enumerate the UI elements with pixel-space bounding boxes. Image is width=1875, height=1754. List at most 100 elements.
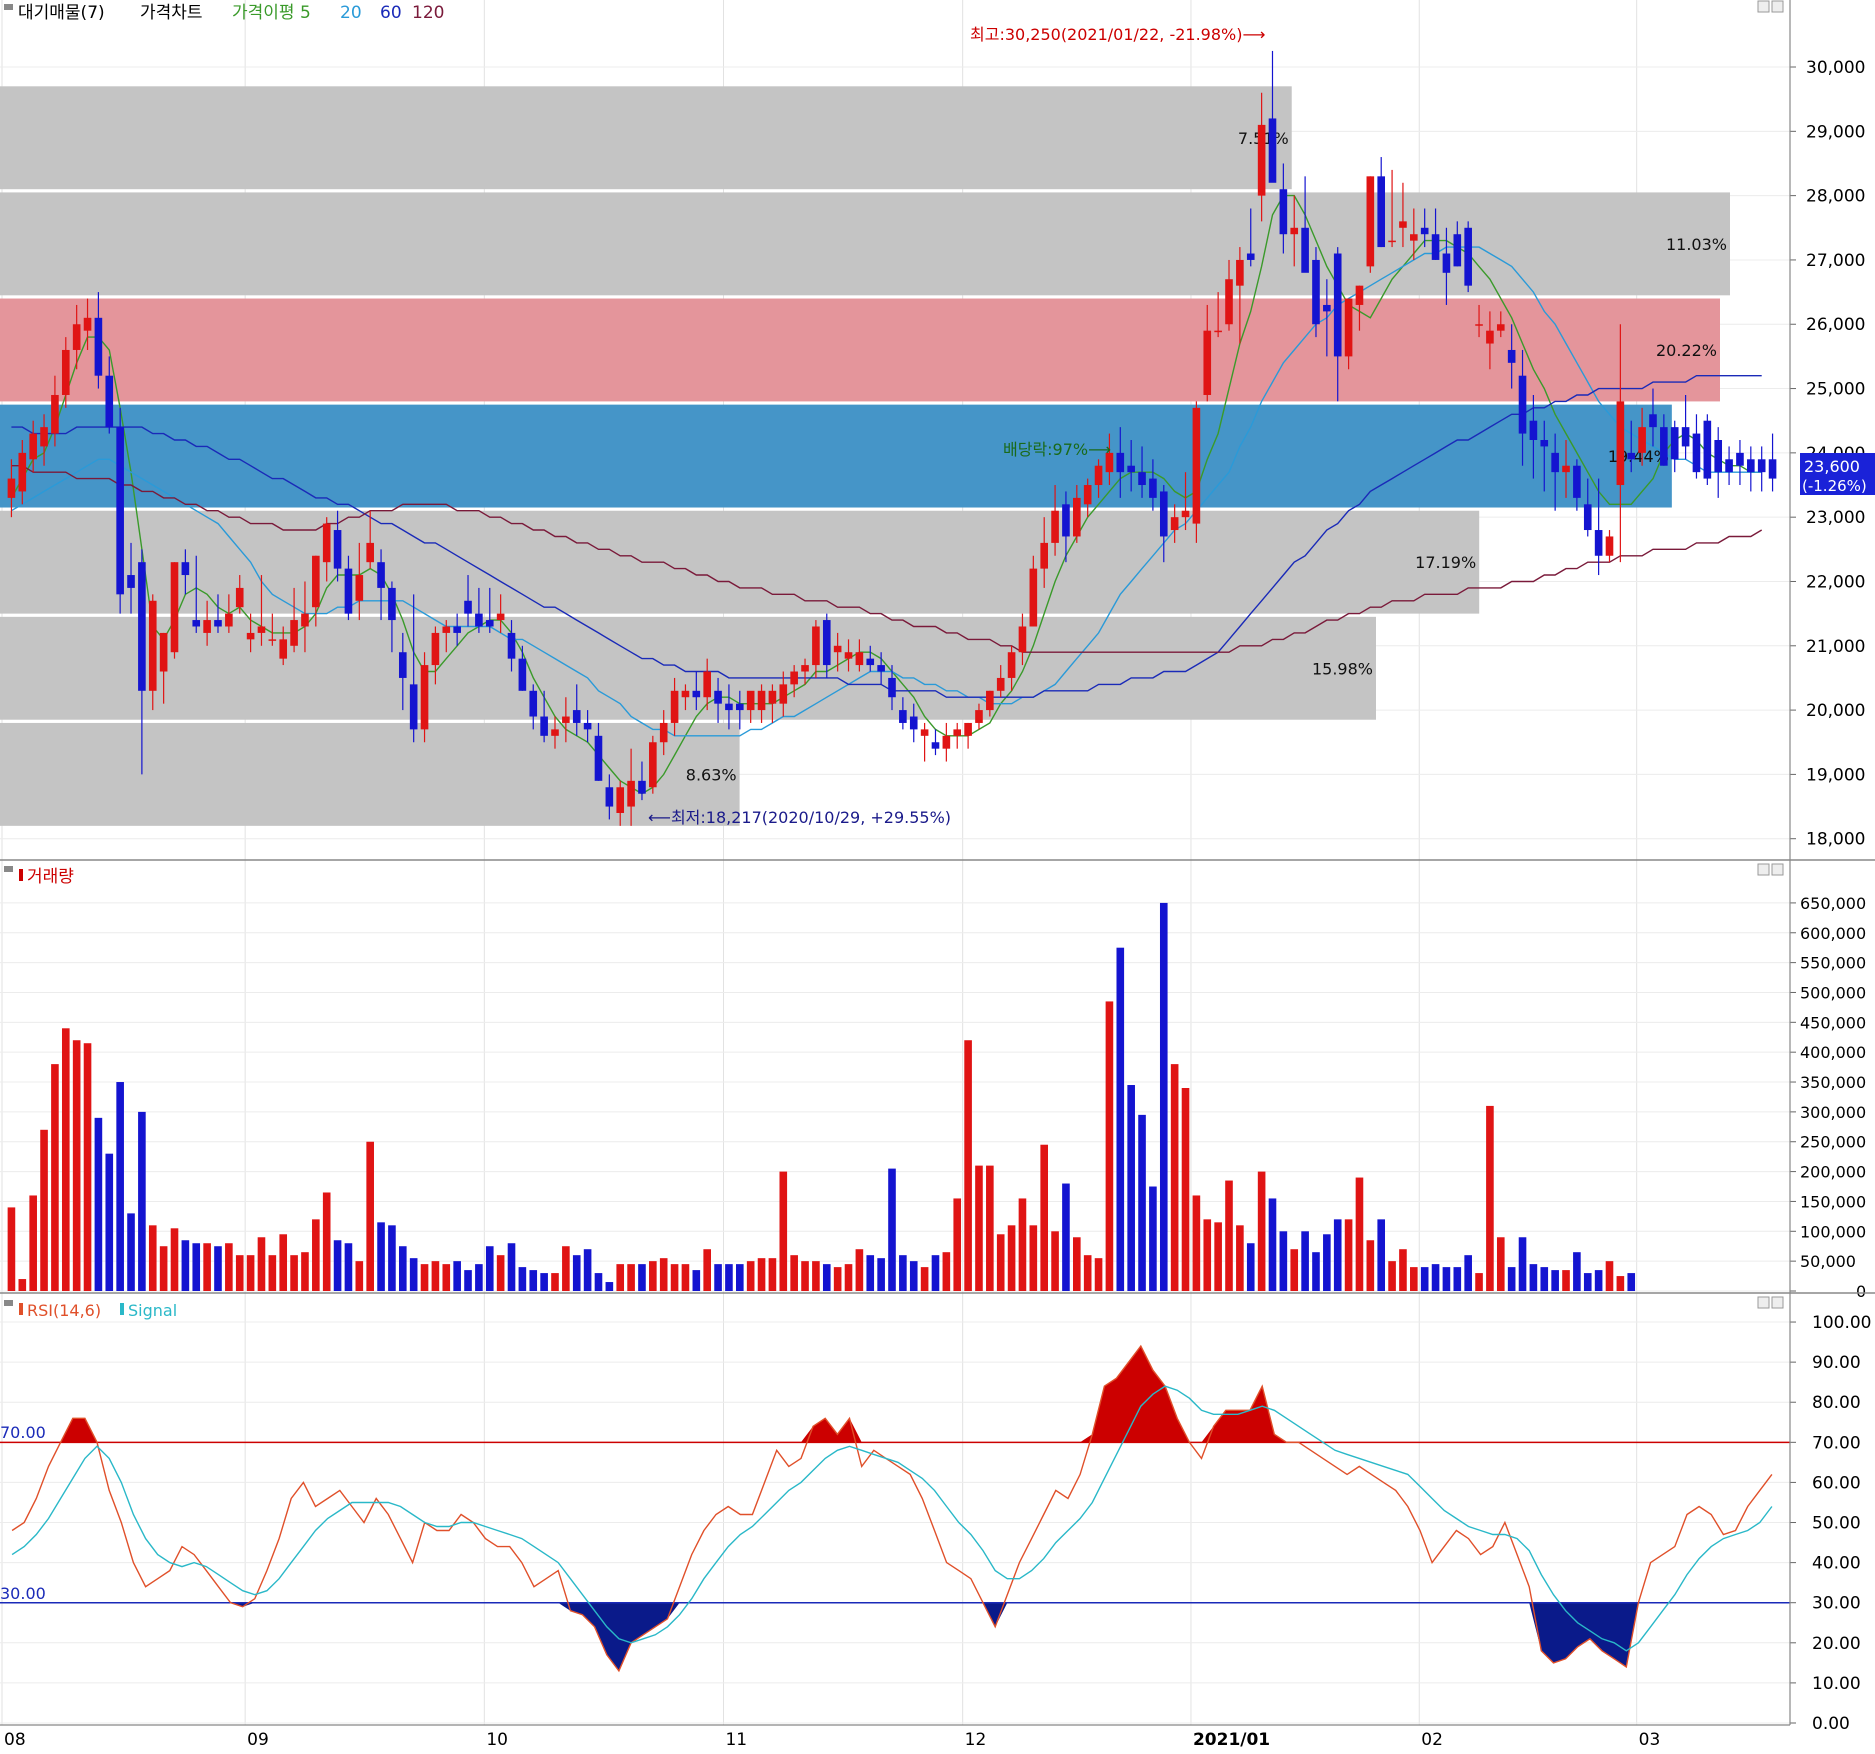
volume-bar bbox=[225, 1243, 233, 1291]
volume-bar bbox=[1627, 1273, 1636, 1291]
volume-bar bbox=[1399, 1249, 1407, 1291]
volume-tick-label: 400,000 bbox=[1800, 1043, 1866, 1062]
volume-bar bbox=[148, 1225, 157, 1291]
volume-bar bbox=[681, 1264, 690, 1291]
volume-tick-label: 650,000 bbox=[1800, 894, 1866, 913]
volume-bar bbox=[105, 1153, 114, 1291]
rsi-tick-label: 0.00 bbox=[1812, 1714, 1850, 1734]
volume-bar bbox=[1583, 1273, 1592, 1291]
price-tick-label: 29,000 bbox=[1806, 122, 1865, 142]
volume-bar bbox=[1290, 1249, 1299, 1291]
volume-bar bbox=[844, 1264, 853, 1291]
volume-bar bbox=[605, 1282, 614, 1291]
volume-bar bbox=[1420, 1267, 1429, 1291]
volume-profile-bar bbox=[0, 86, 1292, 190]
volume-bar bbox=[1442, 1267, 1451, 1291]
price-tick-label: 28,000 bbox=[1806, 187, 1865, 207]
volume-bar bbox=[279, 1234, 288, 1291]
dividend-annotation: 배당락:97%⟶ bbox=[1003, 440, 1111, 459]
volume-bar bbox=[1083, 1255, 1092, 1291]
x-tick-label: 2021/01 bbox=[1193, 1730, 1270, 1750]
volume-bar bbox=[572, 1255, 581, 1291]
volume-tick-label: 350,000 bbox=[1800, 1073, 1866, 1092]
candle bbox=[649, 735, 657, 794]
close-button[interactable] bbox=[1771, 0, 1784, 13]
volume-bar bbox=[475, 1264, 483, 1291]
volume-bar bbox=[996, 1234, 1005, 1291]
candle bbox=[1703, 414, 1712, 486]
volume-bar bbox=[627, 1264, 635, 1291]
volume-bar bbox=[801, 1261, 809, 1291]
volume-bar bbox=[377, 1222, 385, 1291]
rsi-tick-label: 60.00 bbox=[1812, 1473, 1861, 1493]
volume-bar bbox=[431, 1261, 440, 1291]
rsi-minimize-button[interactable] bbox=[1757, 1296, 1770, 1309]
volume-bar bbox=[290, 1255, 298, 1291]
volume-bar bbox=[822, 1264, 831, 1291]
volume-profile-bar bbox=[0, 404, 1672, 508]
volume-profile-label: 11.03% bbox=[1666, 235, 1727, 254]
x-tick-label: 08 bbox=[4, 1730, 26, 1750]
volume-bar bbox=[257, 1237, 266, 1291]
volume-bar bbox=[246, 1255, 255, 1291]
volume-bar bbox=[812, 1261, 820, 1291]
volume-bar bbox=[420, 1264, 429, 1291]
volume-bar bbox=[779, 1171, 788, 1291]
volume-bar bbox=[1562, 1270, 1570, 1291]
volume-bar bbox=[496, 1255, 505, 1291]
volume-minimize-button[interactable] bbox=[1757, 863, 1770, 876]
volume-bar bbox=[1007, 1225, 1016, 1291]
low-annotation: ⟵최저:18,217(2020/10/29, +29.55%) bbox=[648, 808, 951, 827]
candle bbox=[1464, 221, 1472, 293]
volume-bar bbox=[322, 1192, 331, 1291]
volume-bar bbox=[1246, 1243, 1255, 1291]
volume-bar bbox=[485, 1246, 494, 1291]
volume-bar bbox=[1312, 1252, 1320, 1291]
candle bbox=[116, 407, 124, 614]
volume-bar bbox=[1616, 1276, 1625, 1291]
rsi-tick-label: 10.00 bbox=[1812, 1674, 1861, 1694]
volume-bar bbox=[1040, 1144, 1049, 1291]
volume-bar bbox=[692, 1270, 701, 1291]
volume-close-button[interactable] bbox=[1771, 863, 1784, 876]
candle bbox=[1192, 401, 1201, 543]
volume-bar bbox=[7, 1207, 16, 1291]
volume-bar bbox=[235, 1255, 244, 1291]
volume-bar bbox=[551, 1273, 559, 1291]
rsi-tick-label: 70.00 bbox=[1812, 1433, 1861, 1453]
volume-bar bbox=[1279, 1231, 1288, 1291]
volume-bar bbox=[116, 1082, 124, 1291]
volume-bar bbox=[366, 1141, 374, 1291]
volume-bar bbox=[192, 1243, 201, 1291]
legend-volume: 거래량 bbox=[27, 867, 74, 887]
volume-bar bbox=[518, 1267, 527, 1291]
volume-bar bbox=[464, 1270, 472, 1291]
legend-ma120: 120 bbox=[412, 3, 444, 23]
rsi-close-button[interactable] bbox=[1771, 1296, 1784, 1309]
current-price: 23,600 bbox=[1804, 457, 1860, 476]
volume-bar bbox=[1518, 1237, 1527, 1291]
volume-bar bbox=[1018, 1198, 1027, 1291]
volume-bar bbox=[888, 1168, 896, 1291]
volume-bar bbox=[616, 1264, 625, 1291]
volume-bar bbox=[1388, 1261, 1396, 1291]
price-tick-label: 23,000 bbox=[1806, 508, 1865, 528]
volume-bar bbox=[51, 1064, 59, 1291]
volume-bar bbox=[1507, 1267, 1516, 1291]
volume-bar bbox=[181, 1240, 190, 1291]
price-tick-label: 26,000 bbox=[1806, 315, 1865, 335]
volume-bar bbox=[768, 1258, 777, 1291]
x-tick-label: 02 bbox=[1421, 1730, 1443, 1750]
volume-tick-label: 100,000 bbox=[1800, 1222, 1866, 1241]
volume-bar bbox=[333, 1240, 342, 1291]
volume-bar bbox=[1410, 1267, 1418, 1291]
volume-bar bbox=[909, 1261, 918, 1291]
volume-bar bbox=[735, 1264, 744, 1291]
volume-profile-label: 17.19% bbox=[1415, 553, 1476, 572]
volume-bar bbox=[312, 1219, 320, 1291]
volume-bar bbox=[1073, 1237, 1081, 1291]
rsi-tick-label: 90.00 bbox=[1812, 1353, 1861, 1373]
volume-bar bbox=[18, 1279, 27, 1291]
volume-bar bbox=[1029, 1225, 1038, 1291]
minimize-button[interactable] bbox=[1757, 0, 1770, 13]
